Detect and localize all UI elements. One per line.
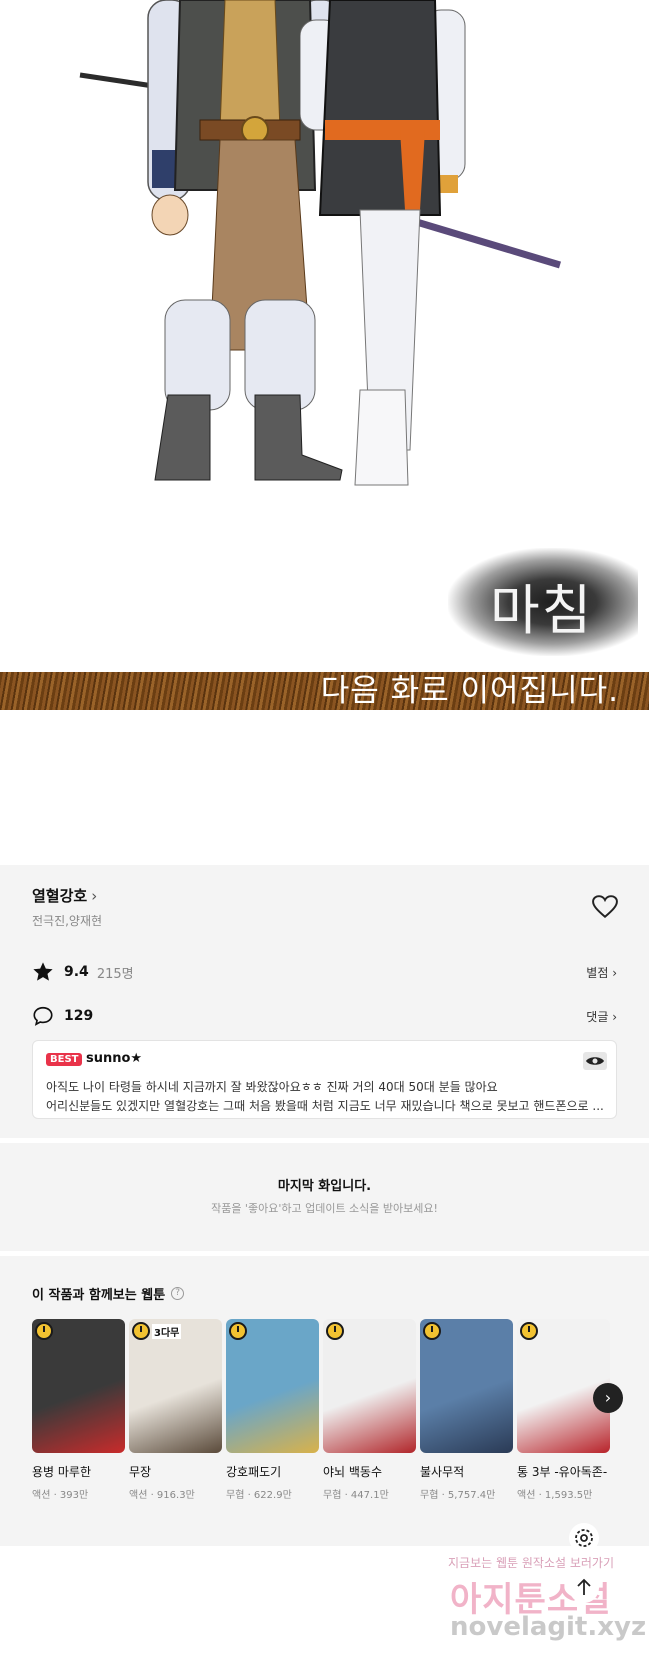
ending-title: 마침 bbox=[490, 579, 594, 642]
clock-icon bbox=[132, 1322, 150, 1340]
recommendation-thumbnail bbox=[517, 1319, 610, 1453]
character-right-illustration bbox=[300, 0, 562, 486]
watermark-line3: novelagit.xyz bbox=[450, 1612, 647, 1642]
recommendation-meta: 액션 · 1,593.5만 bbox=[517, 1490, 593, 1501]
recommendation-thumbnail bbox=[32, 1319, 125, 1453]
recommendation-card[interactable]: 용병 마루한액션 · 393만 bbox=[32, 1319, 125, 1501]
clock-icon bbox=[423, 1322, 441, 1340]
series-title-link[interactable]: 열혈강호 › bbox=[32, 885, 97, 906]
best-comment-line2: 어리신분들도 있겠지만 열혈강호는 그때 처음 봤을때 처럼 지금도 너무 재밌… bbox=[46, 1099, 604, 1113]
recommendation-meta: 액션 · 393만 bbox=[32, 1490, 89, 1501]
recommendation-card[interactable]: 통 3부 -유아독존- 액션 · 1,593.5만 bbox=[517, 1319, 610, 1501]
recommendation-card[interactable]: 3다무무장액션 · 916.3만 bbox=[129, 1319, 222, 1501]
comment-count: 129 bbox=[64, 1008, 94, 1024]
series-title: 열혈강호 bbox=[32, 887, 88, 905]
rating-score: 9.4 bbox=[64, 964, 89, 980]
clock-icon bbox=[520, 1322, 538, 1340]
star-icon bbox=[33, 962, 53, 981]
rate-link-label: 별점 bbox=[586, 965, 609, 980]
eye-icon[interactable] bbox=[583, 1052, 607, 1070]
last-episode-title: 마지막 화입니다. bbox=[277, 1179, 372, 1194]
rating-row: 9.4 215명 별점 › bbox=[32, 960, 617, 984]
series-info-panel: 열혈강호 › 전극진,양재현 9.4 215명 별점 › 129 댓글 › BE… bbox=[0, 865, 649, 1138]
recommendation-meta: 무협 · 5,757.4만 bbox=[420, 1490, 496, 1501]
clock-icon bbox=[229, 1322, 247, 1340]
recommendations-list: 용병 마루한 액션 · 393만 3다무 무장 액션 · 916.3만 강호패도기 무협 ·… bbox=[32, 1319, 617, 1529]
best-comment-user: sunno★ bbox=[86, 1051, 143, 1066]
last-episode-subtitle: 작품을 '좋아요'하고 업데이트 소식을 받아보세요! bbox=[211, 1202, 438, 1215]
recommendation-card[interactable]: 강호패도기무협 · 622.9만 bbox=[226, 1319, 319, 1501]
recommendation-title: 용병 마루한 bbox=[32, 1465, 92, 1479]
recommendation-meta: 액션 · 916.3만 bbox=[129, 1490, 195, 1501]
authors: 전극진,양재현 bbox=[32, 914, 103, 928]
comment-row: 129 댓글 › bbox=[32, 1004, 617, 1028]
recommendation-thumbnail bbox=[226, 1319, 319, 1453]
best-comment-line1: 아직도 나이 타령들 하시네 지금까지 잘 봐왔잖아요ㅎㅎ 진짜 거의 40대 … bbox=[46, 1080, 498, 1094]
comment-icon bbox=[33, 1006, 53, 1026]
recommendations-title: 이 작품과 함께보는 웹툰 bbox=[32, 1288, 166, 1303]
chevron-right-icon: › bbox=[91, 886, 98, 905]
recommendation-thumbnail bbox=[420, 1319, 513, 1453]
rating-count: 215명 bbox=[96, 966, 134, 982]
comment-link[interactable]: 댓글 › bbox=[586, 1008, 617, 1025]
comment-link-label: 댓글 bbox=[586, 1009, 609, 1024]
recommendation-meta: 무협 · 447.1만 bbox=[323, 1490, 389, 1501]
recommendation-card[interactable]: 불사무적무협 · 5,757.4만 bbox=[420, 1319, 513, 1501]
comic-panel: 마침 다음 화로 이어집니다. bbox=[0, 0, 649, 865]
recommendation-thumbnail bbox=[323, 1319, 416, 1453]
last-episode-notice: 마지막 화입니다. 작품을 '좋아요'하고 업데이트 소식을 받아보세요! bbox=[0, 1143, 649, 1251]
thumbnail-tag: 3다무 bbox=[152, 1324, 182, 1339]
arrow-up-icon[interactable] bbox=[569, 1573, 599, 1603]
recommendation-meta: 무협 · 622.9만 bbox=[226, 1490, 292, 1501]
best-badge: BEST bbox=[46, 1053, 83, 1066]
next-arrow-button[interactable]: › bbox=[593, 1383, 623, 1413]
recommendation-title: 통 3부 -유아독존- bbox=[517, 1465, 608, 1479]
watermark-line1: 지금보는 웹툰 원작소설 보러가기 bbox=[448, 1556, 615, 1570]
question-icon[interactable]: ? bbox=[171, 1287, 185, 1300]
gear-icon[interactable] bbox=[569, 1523, 599, 1553]
heart-icon[interactable] bbox=[592, 895, 618, 919]
recommendation-title: 강호패도기 bbox=[226, 1465, 282, 1479]
best-comment-card[interactable]: BEST sunno★ 아직도 나이 타령들 하시네 지금까지 잘 봐왔잖아요ㅎ… bbox=[32, 1040, 617, 1119]
recommendation-thumbnail: 3다무 bbox=[129, 1319, 222, 1453]
recommendation-title: 야뇌 백동수 bbox=[323, 1465, 383, 1479]
next-episode-text: 다음 화로 이어집니다. bbox=[320, 673, 619, 709]
clock-icon bbox=[35, 1322, 53, 1340]
recommendation-title: 무장 bbox=[129, 1465, 152, 1479]
clock-icon bbox=[326, 1322, 344, 1340]
rate-link[interactable]: 별점 › bbox=[586, 964, 617, 981]
recommendation-card[interactable]: 야뇌 백동수무협 · 447.1만 bbox=[323, 1319, 416, 1501]
recommendation-title: 불사무적 bbox=[420, 1465, 465, 1479]
recommendations-section: 이 작품과 함께보는 웹툰 ? 용병 마루한 액션 · 393만 3다무 무장 액션 ·… bbox=[0, 1256, 649, 1546]
recommendations-header: 이 작품과 함께보는 웹툰 ? bbox=[32, 1284, 185, 1303]
